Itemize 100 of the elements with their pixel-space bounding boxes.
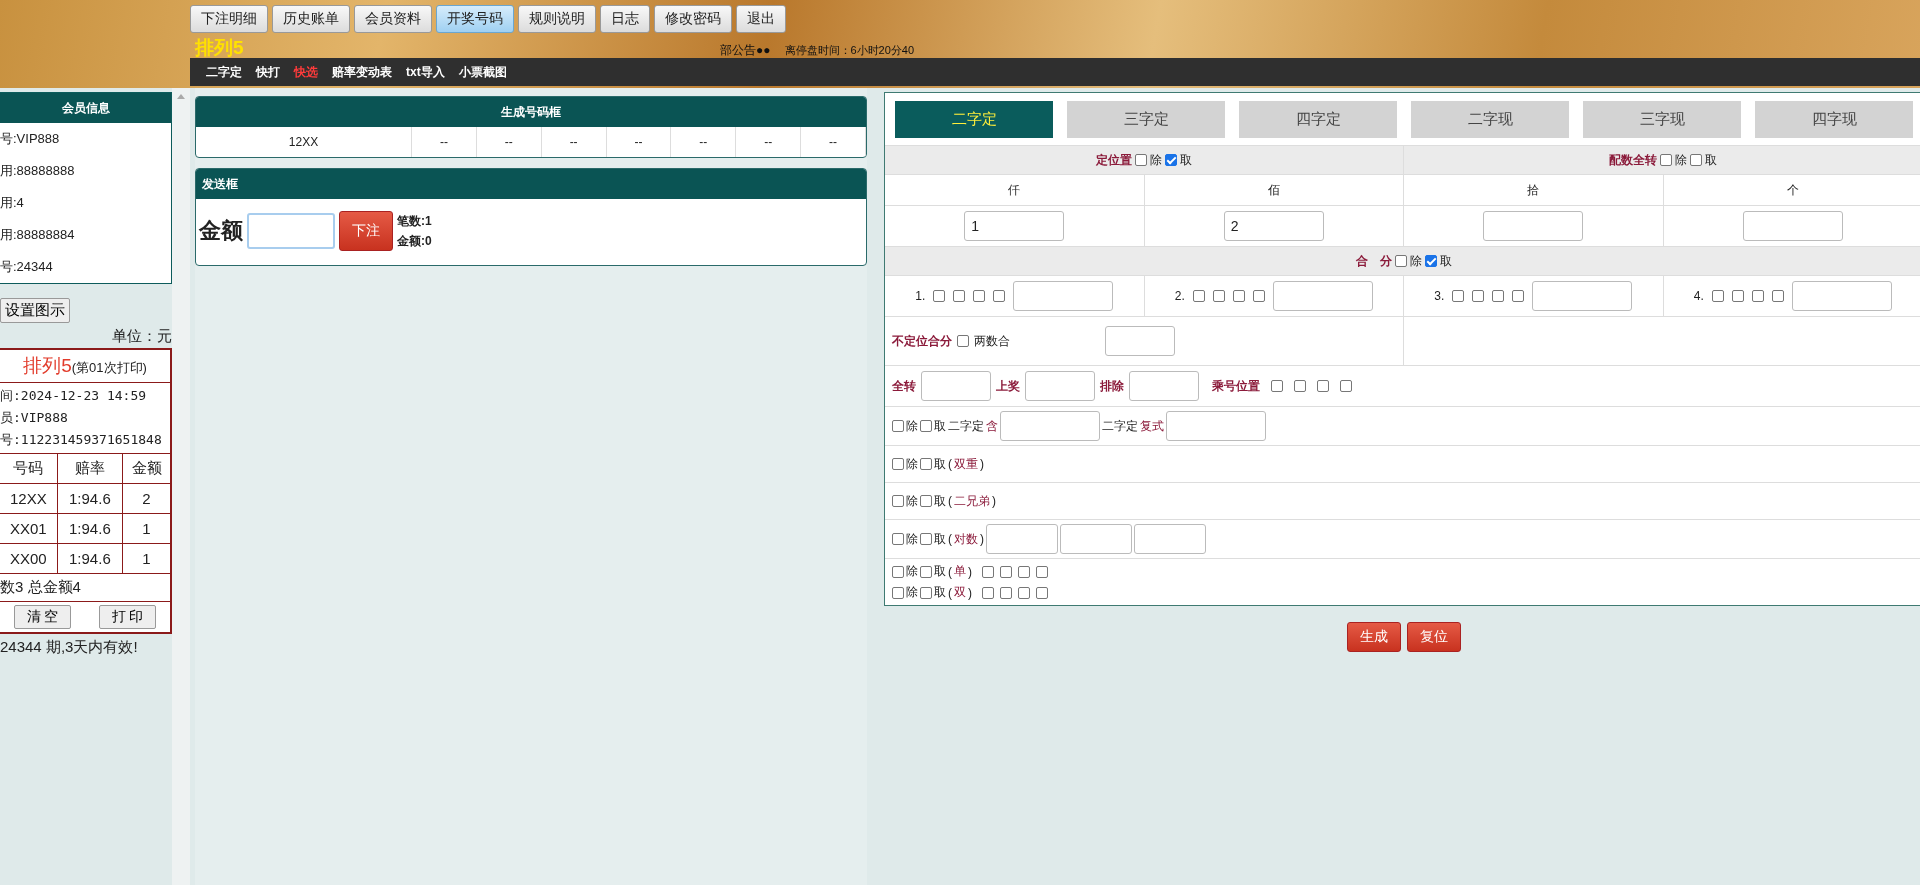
checkbox[interactable]	[920, 586, 932, 599]
nav-button[interactable]: 退出	[736, 5, 786, 33]
amount-field[interactable]	[247, 213, 335, 249]
checkbox[interactable]	[920, 565, 932, 578]
checkbox[interactable]	[1294, 380, 1306, 392]
tab[interactable]: 三字现	[1583, 101, 1741, 138]
checkbox[interactable]	[1271, 380, 1283, 392]
checkbox[interactable]	[892, 586, 904, 599]
nav-button[interactable]: 会员资料	[354, 5, 432, 33]
input-field[interactable]	[1134, 524, 1206, 554]
tab[interactable]: 四字现	[1755, 101, 1913, 138]
checkbox[interactable]	[933, 290, 946, 302]
checkbox[interactable]	[1165, 154, 1177, 166]
table-cell: 1	[122, 543, 170, 574]
checkbox[interactable]	[1036, 565, 1048, 578]
checkbox[interactable]	[920, 458, 932, 470]
input-field[interactable]	[1791, 281, 1892, 311]
nav-button[interactable]: 开奖号码	[436, 5, 514, 33]
checkbox[interactable]	[1018, 586, 1030, 599]
checkbox[interactable]	[1000, 586, 1012, 599]
input-field[interactable]	[1013, 281, 1114, 311]
checkbox[interactable]	[1232, 290, 1245, 302]
checkbox[interactable]	[892, 420, 904, 432]
checkbox[interactable]	[1036, 586, 1048, 599]
input-field[interactable]: 1	[964, 211, 1065, 241]
notice-link[interactable]: 部公告●●	[720, 42, 771, 59]
checkbox[interactable]	[892, 565, 904, 578]
checkbox[interactable]	[1731, 290, 1744, 302]
checkbox-label: 除	[906, 530, 918, 548]
checkbox[interactable]	[1711, 290, 1724, 302]
tab[interactable]: 三字定	[1067, 101, 1225, 138]
card-header: 生成号码框	[196, 97, 866, 127]
card-header: 发送框	[196, 169, 866, 199]
input-field[interactable]	[1129, 371, 1199, 401]
scrollbar[interactable]	[172, 88, 190, 885]
checkbox[interactable]	[1394, 255, 1407, 267]
tab[interactable]: 四字定	[1239, 101, 1397, 138]
checkbox[interactable]	[1771, 290, 1784, 302]
position-label: 佰	[1267, 181, 1280, 199]
sub-nav-link[interactable]: 小票截图	[458, 63, 507, 81]
checkbox-label: 除	[906, 563, 918, 580]
tab[interactable]: 二字定	[895, 101, 1053, 138]
input-field[interactable]	[1272, 281, 1373, 311]
sub-nav-link[interactable]: 二字定	[206, 63, 242, 81]
checkbox[interactable]	[1252, 290, 1265, 302]
checkbox[interactable]	[892, 495, 904, 507]
checkbox[interactable]	[1751, 290, 1764, 302]
input-field[interactable]	[986, 524, 1058, 554]
action-button[interactable]: 生成	[1346, 622, 1401, 652]
input-field[interactable]	[1060, 524, 1132, 554]
checkbox[interactable]	[993, 290, 1006, 302]
checkbox[interactable]	[1317, 380, 1329, 392]
ticket-button[interactable]: 打 印	[98, 605, 157, 629]
sub-nav-link[interactable]: 赔率变动表	[332, 63, 392, 81]
checkbox[interactable]	[1492, 290, 1505, 302]
checkbox[interactable]	[1424, 255, 1437, 267]
ticket-button[interactable]: 清 空	[13, 605, 72, 629]
input-field[interactable]	[1166, 411, 1266, 441]
checkbox[interactable]	[1660, 154, 1672, 166]
checkbox[interactable]	[982, 586, 994, 599]
input-field[interactable]: 2	[1223, 211, 1324, 241]
checkbox[interactable]	[973, 290, 986, 302]
sub-nav-link[interactable]: txt导入	[406, 63, 445, 81]
checkbox[interactable]	[1512, 290, 1525, 302]
checkbox[interactable]	[1135, 154, 1147, 166]
checkbox[interactable]	[1000, 565, 1012, 578]
sub-nav-link[interactable]: 快选	[294, 63, 318, 81]
settings-button[interactable]: 设置图示	[0, 298, 70, 323]
input-field[interactable]	[1000, 411, 1100, 441]
checkbox[interactable]	[982, 565, 994, 578]
checkbox[interactable]	[920, 533, 932, 545]
tab[interactable]: 二字现	[1411, 101, 1569, 138]
input-field[interactable]	[921, 371, 991, 401]
checkbox[interactable]	[957, 335, 969, 347]
input-field[interactable]	[1483, 211, 1584, 241]
input-field[interactable]	[1025, 371, 1095, 401]
checkbox[interactable]	[1192, 290, 1205, 302]
action-button[interactable]: 复位	[1406, 622, 1461, 652]
checkbox[interactable]	[1212, 290, 1225, 302]
checkbox[interactable]	[892, 458, 904, 470]
nav-button[interactable]: 修改密码	[654, 5, 732, 33]
checkbox[interactable]	[1690, 154, 1702, 166]
checkbox[interactable]	[1472, 290, 1485, 302]
rule-text: 二字定	[948, 417, 984, 435]
checkbox[interactable]	[1018, 565, 1030, 578]
nav-button[interactable]: 日志	[600, 5, 650, 33]
checkbox[interactable]	[920, 420, 932, 432]
checkbox[interactable]	[920, 495, 932, 507]
input-field[interactable]	[1742, 211, 1843, 241]
checkbox[interactable]	[1340, 380, 1352, 392]
nav-button[interactable]: 规则说明	[518, 5, 596, 33]
checkbox[interactable]	[953, 290, 966, 302]
input-field[interactable]	[1532, 281, 1633, 311]
sub-nav-link[interactable]: 快打	[256, 63, 280, 81]
nav-button[interactable]: 历史账单	[272, 5, 350, 33]
nav-button[interactable]: 下注明细	[190, 5, 268, 33]
checkbox[interactable]	[1452, 290, 1465, 302]
bet-button[interactable]: 下注	[339, 211, 393, 251]
checkbox[interactable]	[892, 533, 904, 545]
input-field[interactable]	[1105, 326, 1175, 356]
